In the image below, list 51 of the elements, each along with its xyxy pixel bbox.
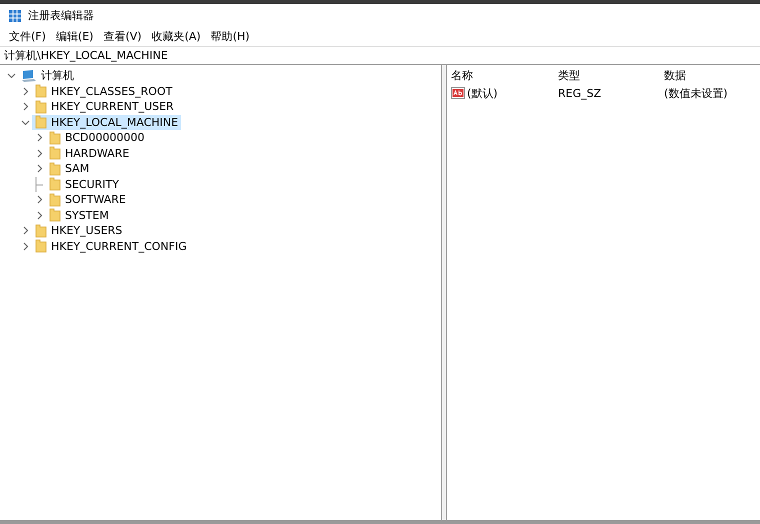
folder-icon	[49, 192, 61, 207]
tree-item[interactable]: HKEY_LOCAL_MACHINE	[32, 114, 182, 130]
folder-icon	[35, 84, 47, 98]
chevron-right-icon[interactable]	[34, 133, 44, 142]
menu-item[interactable]: 文件(F)	[4, 29, 51, 44]
chevron-right-icon[interactable]	[20, 226, 30, 236]
tree-item[interactable]: HKEY_CURRENT_USER	[32, 99, 177, 114]
chevron-right-icon[interactable]	[20, 86, 30, 96]
value-type: REG_SZ	[557, 86, 602, 100]
chevron-down-icon[interactable]	[6, 71, 16, 80]
computer-icon	[21, 68, 37, 83]
column-header[interactable]: 数据	[658, 68, 686, 82]
tree-item[interactable]: HKEY_USERS	[32, 223, 126, 238]
tree-item[interactable]: SYSTEM	[46, 208, 112, 223]
folder-icon	[35, 224, 47, 238]
tree-item[interactable]: HKEY_CURRENT_CONFIG	[32, 238, 190, 254]
menu-item[interactable]: 帮助(H)	[206, 29, 255, 44]
chevron-right-icon[interactable]	[34, 164, 44, 174]
folder-icon	[49, 208, 61, 222]
folder-icon	[49, 177, 61, 192]
folder-icon	[49, 130, 61, 145]
folder-icon	[35, 239, 47, 254]
chevron-down-icon[interactable]	[20, 118, 30, 127]
folder-icon	[35, 100, 47, 114]
chevron-right-icon[interactable]	[34, 210, 44, 220]
tree-item[interactable]: SECURITY	[46, 176, 122, 192]
folder-icon	[49, 146, 61, 160]
value-name: (默认)	[467, 86, 498, 100]
menu-item[interactable]: 查看(V)	[98, 29, 147, 44]
tree-item[interactable]: BCD00000000	[46, 130, 148, 146]
folder-icon	[35, 115, 47, 130]
chevron-right-icon[interactable]	[34, 148, 44, 158]
tree-item[interactable]: SOFTWARE	[46, 192, 129, 208]
tree-item[interactable]: HARDWARE	[46, 146, 132, 161]
folder-icon	[49, 162, 61, 176]
window-title: 注册表编辑器	[28, 8, 94, 23]
column-header[interactable]: 类型	[552, 68, 658, 82]
address-bar[interactable]: 计算机\HKEY_LOCAL_MACHINE	[0, 46, 760, 65]
column-header[interactable]: 名称	[447, 68, 552, 82]
menu-item[interactable]: 收藏夹(A)	[146, 29, 206, 44]
tree-item[interactable]: 计算机	[18, 68, 77, 84]
chevron-right-icon[interactable]	[20, 242, 30, 251]
tree-line	[35, 176, 43, 192]
string-value-icon	[451, 87, 465, 99]
tree-item[interactable]: HKEY_CLASSES_ROOT	[32, 84, 176, 99]
registry-icon	[8, 8, 22, 22]
tree-item[interactable]: SAM	[46, 161, 92, 176]
value-data: (数值未设置)	[663, 86, 728, 100]
menu-item[interactable]: 编辑(E)	[50, 29, 98, 44]
chevron-right-icon[interactable]	[20, 102, 30, 112]
chevron-right-icon[interactable]	[34, 195, 44, 204]
